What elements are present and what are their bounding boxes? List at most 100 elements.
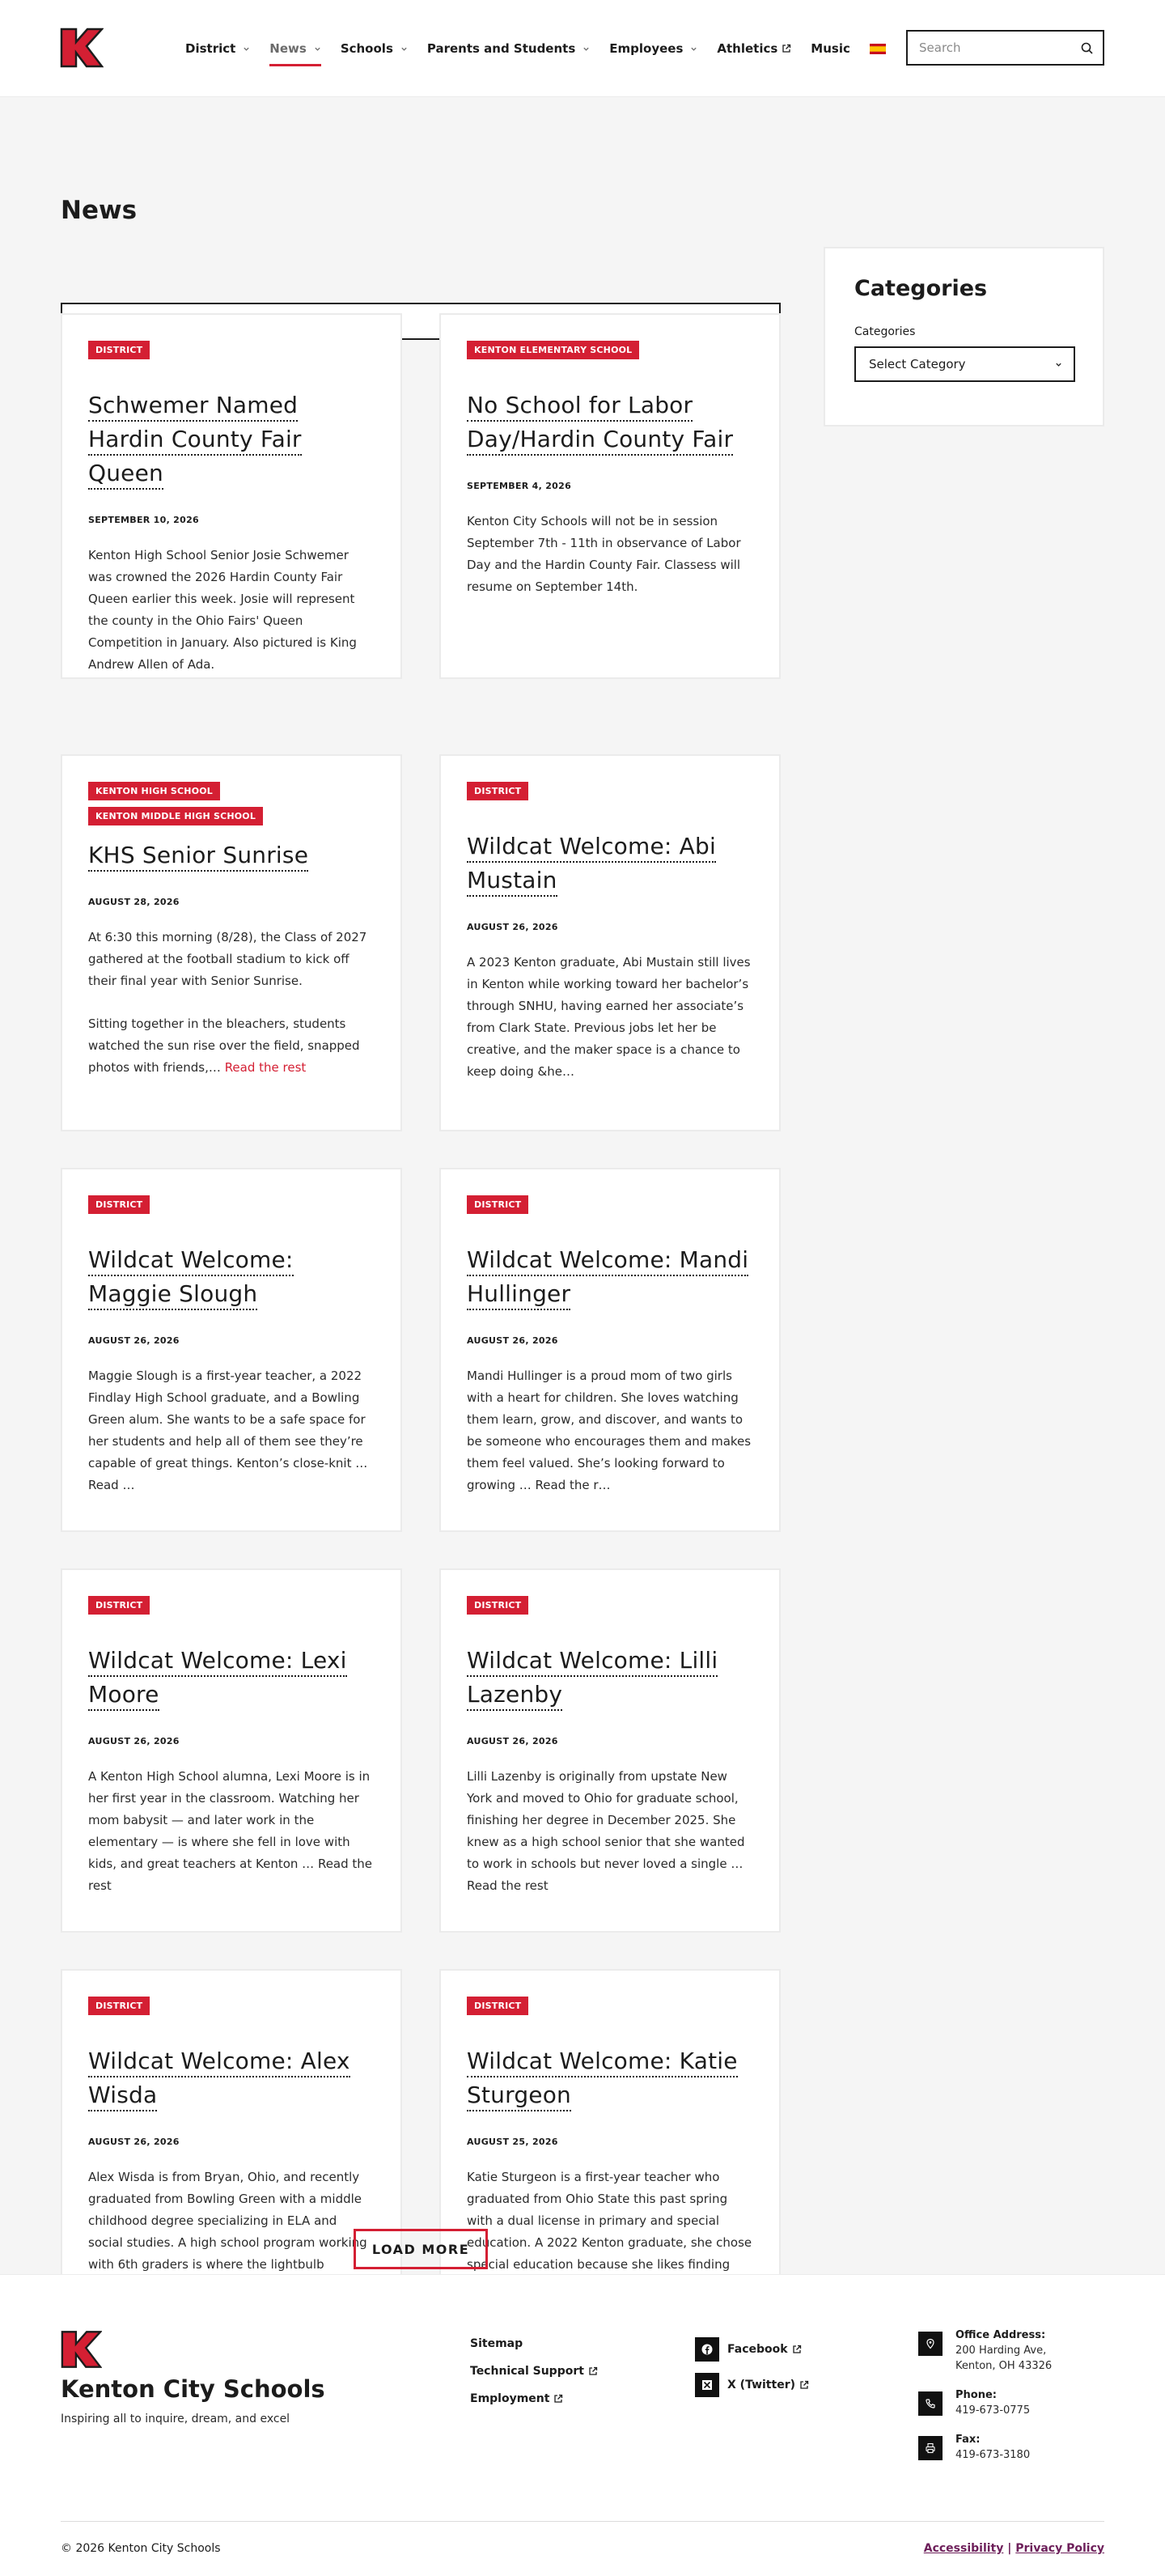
post-categories: DISTRICT [467,1997,753,2015]
category-tag[interactable]: DISTRICT [88,1596,150,1615]
social-link-facebook[interactable]: Facebook [695,2332,809,2367]
accessibility-link[interactable]: Accessibility [924,2542,1004,2555]
nav-item-employees[interactable]: Employees [609,0,697,97]
nav-item-label: News [269,41,307,56]
post-title-link[interactable]: KHS Senior Sunrise [88,842,309,872]
footer-link-employment[interactable]: Employment [470,2385,598,2413]
excerpt-text: Kenton High School Senior Josie Schwemer… [88,548,357,672]
nav-item-label: District [185,41,236,56]
post-title-link[interactable]: No School for Labor Day/Hardin County Fa… [467,392,734,456]
footer-logo[interactable] [61,2330,103,2369]
category-tag[interactable]: DISTRICT [467,1596,529,1615]
social-link-x-twitter-[interactable]: X (Twitter) [695,2367,809,2403]
language-switcher[interactable] [869,0,886,97]
category-select[interactable]: Select Category [854,346,1075,382]
post-excerpt: A Kenton High School alumna, Lexi Moore … [88,1766,375,1897]
news-card: KENTON HIGH SCHOOL KENTON MIDDLE HIGH SCH… [61,754,402,1131]
news-card: DISTRICT Wildcat Welcome: Abi Mustain AUGU… [439,754,781,1131]
categories-select-label: Categories [854,325,916,338]
nav-item-label: Parents and Students [426,41,576,56]
post-categories: DISTRICT [467,782,753,800]
post-excerpt: A 2023 Kenton graduate, Abi Mustain stil… [467,952,753,1083]
nav-item-district[interactable]: District [185,0,250,97]
categories-widget: Categories Categories Select Category [824,247,1104,427]
kenton-k-logo-icon [60,28,104,68]
post-title-link[interactable]: Schwemer Named Hardin County Fair Queen [88,392,302,490]
category-tag[interactable]: DISTRICT [88,341,150,359]
post-date: AUGUST 26, 2026 [88,1335,180,1346]
post-title-link[interactable]: Wildcat Welcome: Maggie Slough [88,1246,294,1310]
post-excerpt: Mandi Hullinger is a proud mom of two gi… [467,1365,753,1496]
excerpt-paragraph: A Kenton High School alumna, Lexi Moore … [88,1766,375,1897]
contact-icon-box [918,2436,943,2460]
category-tag[interactable]: KENTON ELEMENTARY SCHOOL [467,341,640,359]
read-more-link[interactable]: Read the rest [225,1060,307,1075]
post-categories: KENTON HIGH SCHOOL KENTON MIDDLE HIGH SCH… [88,782,375,825]
nav-item-schools[interactable]: Schools [341,0,408,97]
contact-text: Fax: 419-673-3180 [955,2433,1030,2463]
page-title: News [61,196,138,225]
post-date: AUGUST 26, 2026 [88,2137,180,2147]
post-date: AUGUST 26, 2026 [467,1736,558,1746]
post-excerpt: At 6:30 this morning (8/28), the Class o… [88,927,375,1079]
post-date: SEPTEMBER 4, 2026 [467,481,572,491]
header-search-input[interactable] [919,40,1081,55]
facebook-icon [701,2344,713,2355]
contact-label: Phone: [955,2389,997,2401]
post-excerpt: Kenton City Schools will not be in sessi… [467,511,753,598]
category-tag[interactable]: DISTRICT [467,1997,529,2015]
post-categories: DISTRICT [467,1195,753,1214]
category-tag[interactable]: DISTRICT [467,1195,529,1214]
footer-link-label: Sitemap [470,2337,523,2350]
load-more-button[interactable]: LOAD MORE [354,2229,488,2269]
nav-item-music[interactable]: Music [811,0,850,97]
main-navigation: District News Schools Parents and Students E… [185,0,905,97]
footer-tagline: Inspiring all to inquire, dream, and exc… [61,2413,290,2425]
search-icon[interactable] [1081,42,1093,54]
excerpt-text: Lilli Lazenby is originally from upstate… [467,1769,745,1893]
external-link-icon [792,2345,801,2353]
excerpt-paragraph: Lilli Lazenby is originally from upstate… [467,1766,753,1897]
post-title-link[interactable]: Wildcat Welcome: Abi Mustain [467,833,716,897]
excerpt-text: Mandi Hullinger is a proud mom of two gi… [467,1369,752,1492]
contact-text: Office Address: 200 Harding Ave, Kenton, O… [955,2328,1052,2374]
post-title-link[interactable]: Wildcat Welcome: Alex Wisda [88,2048,350,2111]
nav-item-news[interactable]: News [269,0,321,97]
privacy-policy-link[interactable]: Privacy Policy [1015,2542,1104,2555]
content-row: News DISTRICT Schwemer Named Hardin Count… [0,146,1165,2351]
category-tag[interactable]: DISTRICT [88,1195,150,1214]
news-card: DISTRICT Wildcat Welcome: Mandi Hullinger… [439,1168,781,1532]
footer-social: Facebook X (Twitter) [695,2332,809,2403]
post-title-link[interactable]: Wildcat Welcome: Lexi Moore [88,1647,347,1711]
footer-link-technical-support[interactable]: Technical Support [470,2357,598,2385]
external-link-icon [554,2394,563,2403]
post-categories: DISTRICT [467,1596,753,1615]
category-tag[interactable]: KENTON MIDDLE HIGH SCHOOL [88,807,264,825]
nav-item-athletics[interactable]: Athletics [717,0,791,97]
category-tag[interactable]: KENTON HIGH SCHOOL [88,782,221,800]
header-search-box[interactable] [906,30,1104,66]
x-twitter-icon [702,2380,712,2390]
excerpt-paragraph: Kenton City Schools will not be in sessi… [467,511,753,598]
excerpt-paragraph: Sitting together in the bleachers, stude… [88,1013,375,1079]
footer-links: Sitemap Technical Support Employment [470,2330,598,2413]
contact-phone: Phone: 419-673-0775 [918,2388,1052,2418]
spain-flag-icon [869,43,886,54]
post-title-link[interactable]: Wildcat Welcome: Katie Sturgeon [467,2048,738,2111]
external-link-icon [782,44,791,53]
category-tag[interactable]: DISTRICT [88,1997,150,2015]
footer-link-sitemap[interactable]: Sitemap [470,2330,598,2357]
post-title-link[interactable]: Wildcat Welcome: Lilli Lazenby [467,1647,718,1711]
post-title: Wildcat Welcome: Maggie Slough [88,1243,375,1311]
nav-item-label: Employees [609,41,684,56]
category-tag[interactable]: DISTRICT [467,782,529,800]
post-categories: DISTRICT [88,341,375,359]
location-pin-icon [926,2338,934,2349]
footer-divider [61,2521,1104,2522]
post-categories: KENTON ELEMENTARY SCHOOL [467,341,753,359]
contact-value: Kenton, OH 43326 [955,2360,1053,2372]
nav-item-parents-and-students[interactable]: Parents and Students [427,0,590,97]
post-date: AUGUST 26, 2026 [467,1335,558,1346]
district-logo[interactable] [60,28,104,68]
post-title-link[interactable]: Wildcat Welcome: Mandi Hullinger [467,1246,749,1310]
